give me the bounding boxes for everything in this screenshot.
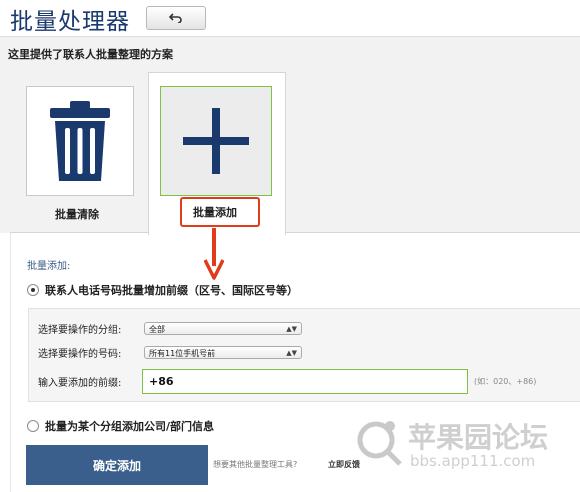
option-company[interactable]: 批量为某个分组添加公司/部门信息	[27, 418, 214, 434]
header: 批量处理器	[0, 0, 580, 36]
intro-text: 这里提供了联系人批量整理的方案	[8, 48, 173, 61]
page-title: 批量处理器	[10, 9, 130, 35]
batch-add-label: 批量添加	[193, 206, 237, 219]
batch-add-tile[interactable]	[160, 86, 272, 196]
select-arrows-icon: ▲▼	[286, 325, 297, 333]
watermark: 苹果园论坛 bbs.app111.com	[352, 414, 580, 488]
trash-icon	[50, 101, 110, 181]
radio-unselected[interactable]	[27, 420, 39, 432]
watermark-url: bbs.app111.com	[410, 452, 536, 470]
confirm-add-button[interactable]: 确定添加	[26, 445, 208, 485]
watermark-logo-icon	[357, 421, 402, 466]
prefix-input[interactable]: +86	[142, 369, 468, 394]
batch-clear-label: 批量清除	[55, 208, 99, 221]
option-company-label: 批量为某个分组添加公司/部门信息	[45, 420, 215, 433]
radio-selected[interactable]	[27, 284, 39, 296]
group-select[interactable]: 全部 ▲▼	[144, 322, 302, 335]
number-label: 选择要操作的号码:	[38, 349, 122, 360]
watermark-cn: 苹果园论坛	[408, 421, 549, 454]
group-label: 选择要操作的分组:	[38, 325, 122, 336]
batch-clear-tile[interactable]	[26, 86, 134, 196]
prefix-input-label: 输入要添加的前缀:	[38, 378, 122, 389]
select-arrows-icon: ▲▼	[286, 349, 297, 357]
undo-arrow-icon	[169, 13, 182, 23]
back-button[interactable]	[146, 6, 206, 30]
option-prefix-label: 联系人电话号码批量增加前缀（区号、国际区号等）	[45, 284, 298, 297]
feedback-question: 想要其他批量整理工具?	[213, 460, 298, 469]
prefix-hint: (如：020、+86)	[474, 377, 537, 386]
option-prefix[interactable]: 联系人电话号码批量增加前缀（区号、国际区号等）	[27, 282, 298, 298]
down-arrow-icon	[204, 228, 224, 280]
number-select[interactable]: 所有11位手机号前 ▲▼	[144, 346, 302, 359]
plus-icon	[183, 108, 249, 174]
section-title: 批量添加:	[27, 261, 71, 272]
